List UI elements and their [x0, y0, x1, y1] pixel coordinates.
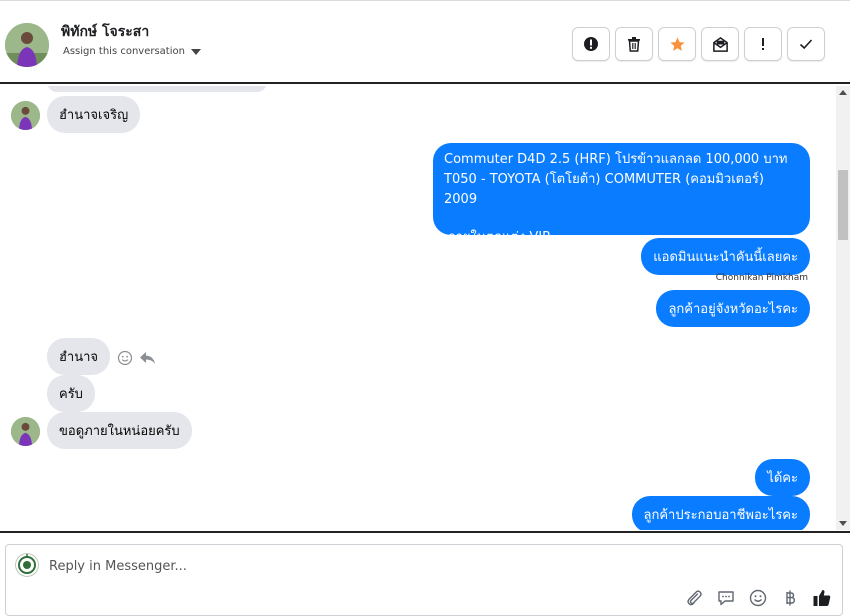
scrollbar[interactable] — [836, 86, 850, 530]
star-button[interactable] — [658, 27, 696, 61]
flag-button[interactable] — [744, 27, 782, 61]
message-line: T050 - TOYOTA (โตโยต้า) COMMUTER (คอมมิว… — [444, 172, 764, 207]
contact-name: พิทักษ์ โจระสา — [61, 24, 150, 40]
scrollbar-thumb[interactable] — [838, 170, 848, 240]
contact-avatar-small — [11, 417, 40, 446]
outgoing-message: ได้คะ — [755, 459, 810, 496]
outgoing-message: แอดมินแนะนำคันนี้เลยคะ — [641, 238, 810, 275]
mark-done-button[interactable] — [787, 27, 825, 61]
conversation-panel: พิทักษ์ โจระสา Assign this conversation — [0, 0, 850, 616]
scroll-down-arrow-icon[interactable] — [839, 521, 847, 526]
incoming-message: ครับ — [47, 375, 95, 412]
contact-avatar-small — [11, 101, 40, 130]
saved-reply-icon[interactable] — [715, 587, 737, 609]
incoming-message: ขอดูภายในหน่อยครับ — [47, 412, 192, 449]
incoming-message: ฮำนาจเจริญ — [47, 96, 141, 133]
baht-icon[interactable] — [779, 587, 801, 609]
composer-box[interactable] — [5, 544, 843, 616]
react-emoji-icon[interactable] — [117, 350, 133, 370]
reply-input[interactable] — [49, 555, 649, 577]
mark-spam-button[interactable] — [572, 27, 610, 61]
scroll-up-arrow-icon[interactable] — [839, 90, 847, 95]
conversation-header: พิทักษ์ โจระสา Assign this conversation — [0, 0, 850, 84]
sender-label: Chonnikan Pimkham — [715, 273, 808, 283]
delete-button[interactable] — [615, 27, 653, 61]
envelope-icon — [712, 36, 728, 52]
contact-avatar[interactable] — [5, 23, 49, 67]
outgoing-message: ลูกค้าประกอบอาชีพอะไรคะ — [631, 496, 810, 530]
check-icon — [799, 39, 813, 50]
thumbs-up-icon[interactable] — [811, 587, 833, 609]
reply-arrow-icon[interactable] — [139, 350, 156, 370]
assign-conversation-dropdown[interactable]: Assign this conversation — [63, 46, 201, 57]
exclamation-circle-icon — [584, 37, 598, 51]
outgoing-message: ลูกค้าอยู่จังหวัดอะไรคะ — [656, 290, 810, 327]
paperclip-icon[interactable] — [683, 587, 705, 609]
chevron-down-icon — [190, 48, 201, 55]
incoming-message: ฮำนาจ — [47, 338, 111, 375]
trash-icon — [628, 37, 640, 52]
message-list[interactable]: ฮำนาจเจริญ Commuter D4D 2.5 (HRF) โปรข้า… — [0, 86, 850, 530]
exclamation-icon — [762, 38, 764, 50]
mark-unread-button[interactable] — [701, 27, 739, 61]
star-icon — [669, 36, 685, 51]
outgoing-message: Commuter D4D 2.5 (HRF) โปรข้าวแลกลด 100,… — [433, 143, 810, 245]
message-bubble-partial — [47, 86, 267, 92]
reply-composer — [0, 531, 850, 616]
emoji-icon[interactable] — [747, 587, 769, 609]
page-logo — [15, 553, 39, 577]
message-line: Commuter D4D 2.5 (HRF) โปรข้าวแลกลด 100,… — [444, 152, 788, 167]
assign-label: Assign this conversation — [63, 46, 185, 57]
